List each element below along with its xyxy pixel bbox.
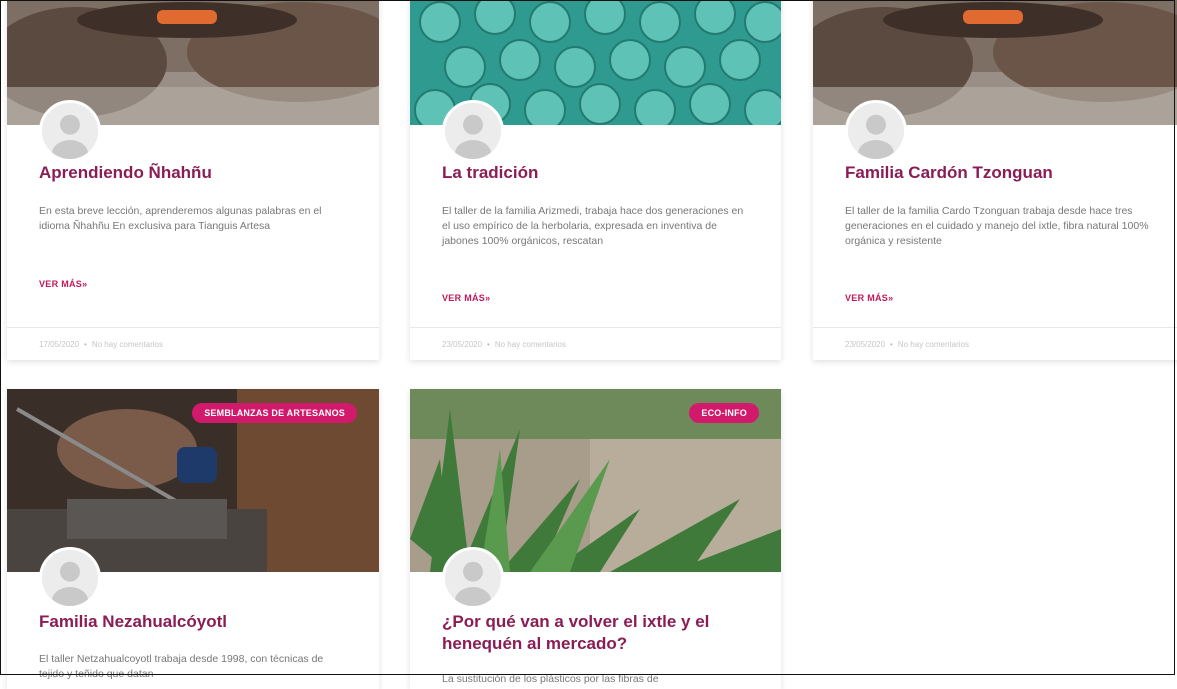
comments-count[interactable]: No hay comentarios bbox=[898, 340, 969, 349]
post-title[interactable]: La tradición bbox=[442, 162, 761, 184]
comments-count[interactable]: No hay comentarios bbox=[92, 340, 163, 349]
post-date: 17/05/2020 bbox=[39, 340, 80, 349]
author-avatar[interactable] bbox=[442, 547, 504, 609]
comments-count[interactable]: No hay comentarios bbox=[495, 340, 566, 349]
read-more-link[interactable]: VER MÁS» bbox=[442, 293, 490, 303]
post-meta-bar: 23/05/2020 • No hay comentarios bbox=[813, 327, 1177, 360]
post-excerpt: La sustitución de los plásticos por las … bbox=[442, 673, 659, 685]
separator-dot: • bbox=[84, 340, 87, 349]
post-title[interactable]: Familia Nezahualcóyotl bbox=[39, 611, 359, 633]
author-avatar[interactable] bbox=[39, 100, 101, 162]
post-card[interactable]: SEMBLANZAS DE ARTESANOS Familia Nezahual… bbox=[7, 389, 379, 689]
post-card[interactable]: Familia Cardón Tzonguan El taller de la … bbox=[813, 0, 1177, 360]
post-meta: 17/05/2020 • No hay comentarios bbox=[39, 340, 163, 349]
post-meta: 23/05/2020 • No hay comentarios bbox=[845, 340, 969, 349]
separator-dot: • bbox=[890, 340, 893, 349]
post-thumbnail[interactable]: ECO-INFO bbox=[410, 389, 781, 572]
post-excerpt: El taller Netzahualcoyotl trabaja desde … bbox=[39, 653, 324, 680]
post-excerpt: El taller de la familia Cardo Tzonguan t… bbox=[845, 205, 1149, 247]
author-avatar[interactable] bbox=[39, 547, 101, 609]
author-avatar[interactable] bbox=[442, 100, 504, 162]
post-meta: 23/05/2020 • No hay comentarios bbox=[442, 340, 566, 349]
post-thumbnail[interactable]: SEMBLANZAS DE ARTESANOS bbox=[7, 389, 379, 572]
post-excerpt: El taller de la familia Arizmedi, trabaj… bbox=[442, 205, 744, 247]
post-card[interactable]: Aprendiendo Ñhahñu En esta breve lección… bbox=[7, 0, 379, 360]
category-badge[interactable]: SEMBLANZAS DE ARTESANOS bbox=[192, 403, 357, 423]
post-card[interactable]: ECO-INFO ¿Por qué van a volver el ixtle … bbox=[410, 389, 781, 689]
read-more-link[interactable]: VER MÁS» bbox=[845, 293, 893, 303]
post-card[interactable]: La tradición El taller de la familia Ari… bbox=[410, 0, 781, 360]
post-title[interactable]: Familia Cardón Tzonguan bbox=[845, 162, 1165, 184]
separator-dot: • bbox=[487, 340, 490, 349]
read-more-link[interactable]: VER MÁS» bbox=[39, 279, 87, 289]
post-title[interactable]: ¿Por qué van a volver el ixtle y el hene… bbox=[442, 611, 751, 655]
post-meta-bar: 17/05/2020 • No hay comentarios bbox=[7, 327, 379, 360]
category-badge[interactable]: ECO-INFO bbox=[689, 403, 759, 423]
post-date: 23/05/2020 bbox=[845, 340, 886, 349]
post-title[interactable]: Aprendiendo Ñhahñu bbox=[39, 162, 359, 184]
post-date: 23/05/2020 bbox=[442, 340, 483, 349]
author-avatar[interactable] bbox=[845, 100, 907, 162]
post-meta-bar: 23/05/2020 • No hay comentarios bbox=[410, 327, 781, 360]
post-excerpt: En esta breve lección, aprenderemos algu… bbox=[39, 205, 322, 232]
